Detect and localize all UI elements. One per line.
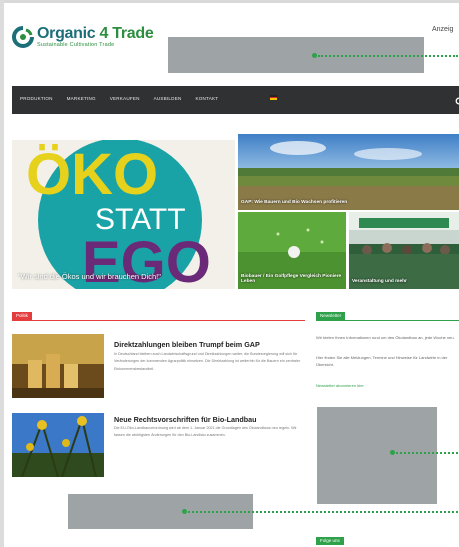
section-label-sidebar: Newsletter xyxy=(316,312,346,320)
article-excerpt: In Deutschland bleiben auch Landwirtscha… xyxy=(114,352,301,371)
marker-dot xyxy=(390,450,395,455)
tile-event-caption: Veranstaltung und mehr xyxy=(352,279,407,285)
hero-tile-golf[interactable]: Biobauer / Ein Golfpflege Vergleich Pion… xyxy=(238,212,346,289)
hero-main-graphic: ÖKO STATT EGO xyxy=(12,134,235,289)
hero-word-oko: ÖKO xyxy=(26,142,158,207)
article-thumbnail-coins[interactable] xyxy=(12,334,104,398)
nav-item-marketing[interactable]: MARKETING xyxy=(67,96,96,101)
article-title[interactable]: Neue Rechtsvorschriften für Bio-Landbau xyxy=(114,415,257,424)
nav-item-produktion[interactable]: PRODUKTION xyxy=(20,96,53,101)
site-logo[interactable]: Organic 4 Trade Sustainable Cultivation … xyxy=(12,25,154,49)
marker-line xyxy=(188,511,458,513)
hero-main-caption: "Wir sind die Ökos und wir brauchen Dich… xyxy=(18,272,161,281)
logo-title: Organic 4 Trade xyxy=(37,25,154,42)
top-ad-link[interactable]: Anzeig xyxy=(432,26,453,33)
sidebar-newsletter-link[interactable]: Newsletter abonnieren hier xyxy=(316,383,364,388)
frame-top-line xyxy=(0,0,459,3)
sidebar-text: Hier finden Sie alle Meldungen, Termine … xyxy=(316,355,448,367)
nav-item-verkaufen[interactable]: VERKAUFEN xyxy=(110,96,140,101)
section-label-news: Politik xyxy=(12,312,33,320)
marker-line xyxy=(396,452,458,454)
marker-dot xyxy=(312,53,317,58)
sidebar-divider xyxy=(316,320,459,321)
logo-subtitle: Sustainable Cultivation Trade xyxy=(37,42,115,48)
section-label-follow: Folge uns xyxy=(316,537,344,545)
sidebar-ad-placeholder xyxy=(317,407,437,504)
plant-image xyxy=(12,413,104,477)
article-title[interactable]: Direktzahlungen bleiben Trumpf beim GAP xyxy=(114,340,260,349)
nav-item-kontakt[interactable]: KONTAKT xyxy=(195,96,218,101)
event-image xyxy=(349,212,459,289)
marker-line xyxy=(318,55,458,57)
tile-golf-caption: Biobauer / Ein Golfpflege Vergleich Pion… xyxy=(241,273,342,285)
language-flag-icon[interactable] xyxy=(270,95,277,101)
main-navigation: PRODUKTION MARKETING VERKAUFEN AUSBILDEN… xyxy=(12,86,459,114)
article-thumbnail-plant[interactable] xyxy=(12,413,104,477)
field-image xyxy=(238,134,459,210)
news-divider xyxy=(12,320,305,321)
nav-item-ausbilden[interactable]: AUSBILDEN xyxy=(154,96,182,101)
hero-tile-field[interactable]: GAP: Wie Bauern und Bio Wachsen profitie… xyxy=(238,134,459,210)
hero-tile-event[interactable]: Veranstaltung und mehr xyxy=(349,212,459,289)
sidebar-text: Wir bieten Ihnen Informationen rund um d… xyxy=(316,335,455,340)
article-excerpt: Die EU-Öko-Landbauverordnung wird ab dem… xyxy=(114,426,297,438)
search-icon[interactable] xyxy=(455,94,459,105)
tile-field-caption: GAP: Wie Bauern und Bio Wachsen profitie… xyxy=(241,200,348,206)
frame-left-line xyxy=(0,0,4,547)
logo-mark-icon xyxy=(12,26,34,49)
marker-dot xyxy=(182,509,187,514)
coins-image xyxy=(12,334,104,398)
hero-main-tile[interactable]: ÖKO STATT EGO "Wir sind die Ökos und wir… xyxy=(12,134,235,289)
